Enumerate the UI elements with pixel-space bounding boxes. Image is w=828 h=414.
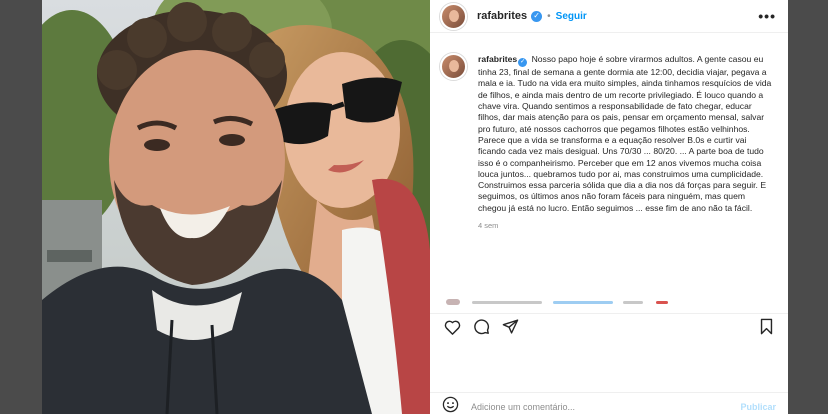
post-photo-illustration (42, 0, 430, 414)
author-avatar[interactable] (440, 2, 467, 30)
send-icon[interactable] (502, 318, 519, 335)
post-photo[interactable] (42, 0, 430, 414)
emoji-icon[interactable] (442, 396, 459, 414)
comment-peek-line (472, 301, 543, 304)
comment-peek-line (623, 301, 644, 304)
publish-button[interactable]: Publicar (740, 402, 776, 412)
comment-peek-heart (655, 301, 668, 304)
header-separator: • (547, 10, 551, 22)
caption-text: rafabrites ✓ Nosso papo hoje é sobre vira… (478, 54, 774, 214)
post-panel: rafabrites ✓ • Seguir ••• rafabrites ✓ No… (430, 0, 788, 414)
heart-icon[interactable] (444, 319, 461, 335)
comment-bubble-icon[interactable] (473, 318, 490, 335)
bookmark-icon[interactable] (759, 318, 774, 335)
follow-button[interactable]: Seguir (556, 11, 587, 22)
add-comment-bar: Publicar (430, 392, 788, 414)
more-options-icon[interactable]: ••• (758, 8, 776, 24)
caption-avatar[interactable] (440, 53, 467, 80)
post-header: rafabrites ✓ • Seguir ••• (430, 0, 788, 33)
caption-section: rafabrites ✓ Nosso papo hoje é sobre vira… (430, 33, 788, 296)
caption-username[interactable]: rafabrites (478, 54, 517, 64)
comment-peek-line (552, 301, 613, 304)
author-username[interactable]: rafabrites (477, 10, 527, 22)
verified-badge-icon: ✓ (531, 10, 543, 22)
caption-body: rafabrites ✓ Nosso papo hoje é sobre vira… (478, 54, 774, 296)
post-timestamp[interactable]: 4 sem (478, 221, 774, 230)
comment-preview (444, 297, 774, 305)
comment-peek-avatar (446, 299, 460, 305)
caption-content: Nosso papo hoje é sobre virarmos adultos… (478, 54, 772, 213)
comment-input[interactable] (471, 401, 741, 412)
modal-backdrop-right[interactable] (788, 0, 828, 414)
action-bar (430, 313, 788, 339)
verified-badge-icon: ✓ (518, 58, 528, 68)
